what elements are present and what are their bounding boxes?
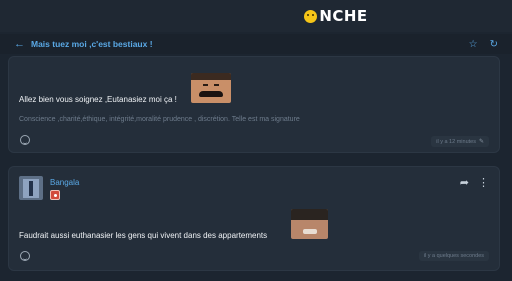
- mustache-face-sticker: [191, 73, 231, 103]
- timestamp-text: il y a 12 minutes: [436, 139, 476, 145]
- post-signature: Conscience ,charité,éthique, intégrité,m…: [19, 116, 300, 123]
- brand-name: NCHE: [319, 7, 368, 25]
- post-card: Bangala ➦ ⋮ Faudrait aussi euthanasier l…: [8, 166, 500, 271]
- share-icon[interactable]: ➦: [460, 176, 469, 189]
- star-icon[interactable]: ☆: [469, 39, 478, 50]
- topic-actions: ☆ ↻: [469, 39, 498, 50]
- reaction-smiley-icon[interactable]: [20, 135, 30, 145]
- avatar[interactable]: [19, 176, 43, 200]
- post-text: Faudrait aussi euthanasier les gens qui …: [19, 231, 268, 240]
- brand-logo[interactable]: NCHE: [304, 7, 367, 25]
- username[interactable]: Bangala: [50, 178, 79, 187]
- post-text: Allez bien vous soignez ,Eutanasiez moi …: [19, 95, 177, 104]
- top-bar: NCHE: [0, 0, 512, 32]
- topic-header: ← Mais tuez moi ,c'est bestiaux ! ☆ ↻: [0, 34, 512, 54]
- topic-title[interactable]: Mais tuez moi ,c'est bestiaux !: [31, 39, 153, 49]
- arrow-left-icon[interactable]: ←: [14, 38, 25, 50]
- more-vertical-icon[interactable]: ⋮: [478, 176, 489, 189]
- pencil-icon[interactable]: ✎: [479, 139, 484, 145]
- smiley-icon: [304, 9, 318, 23]
- post-timestamp: il y a quelques secondes: [418, 251, 489, 261]
- refresh-icon[interactable]: ↻: [490, 39, 498, 50]
- laughing-face-sticker: [291, 209, 328, 239]
- user-badge-icon: [50, 190, 60, 200]
- post-card: Allez bien vous soignez ,Eutanasiez moi …: [8, 56, 500, 153]
- reaction-smiley-icon[interactable]: [20, 251, 30, 261]
- post-timestamp: il y a 12 minutes ✎: [431, 136, 489, 147]
